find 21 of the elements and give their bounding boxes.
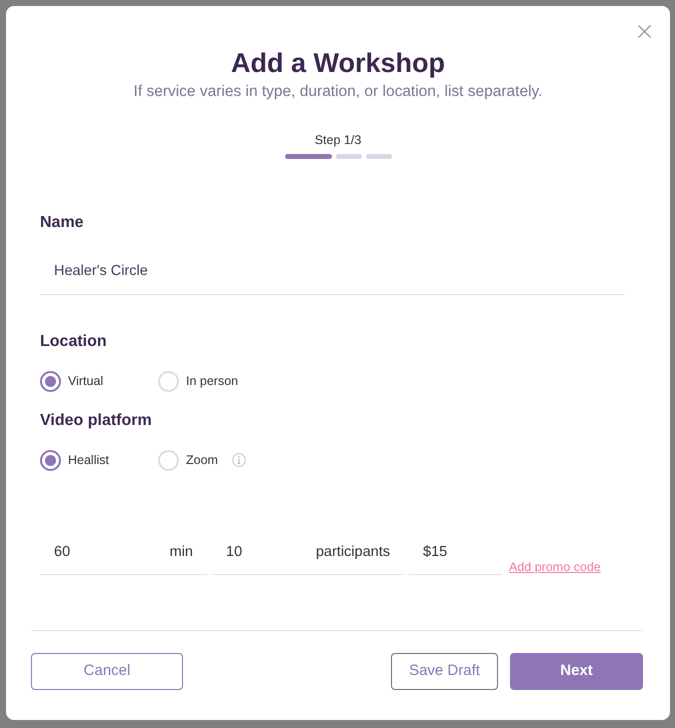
- name-field[interactable]: Healer's Circle: [40, 248, 625, 295]
- option-label[interactable]: In person: [186, 372, 238, 390]
- unit-label: min: [170, 543, 193, 561]
- save-draft-button[interactable]: Save Draft: [391, 653, 498, 690]
- option-label[interactable]: Heallist: [68, 450, 109, 470]
- field-label: Name: [40, 213, 85, 233]
- dialog-subtitle: If service varies in type, duration, or location, list separately.: [132, 82, 544, 102]
- option-label[interactable]: Virtual: [68, 372, 104, 390]
- info-icon[interactable]: [232, 453, 246, 467]
- cancel-button[interactable]: Cancel: [31, 653, 183, 690]
- step-counter: Step 1/3: [314, 132, 362, 148]
- section-label: Location: [40, 332, 108, 352]
- option-label[interactable]: Zoom: [186, 450, 218, 470]
- section-label: Video platform: [40, 411, 153, 431]
- next-button[interactable]: Next: [510, 653, 643, 690]
- dialog-title: Add a Workshop: [230, 47, 446, 80]
- radio-button[interactable]: [40, 370, 61, 392]
- close-icon[interactable]: [638, 25, 651, 38]
- radio-button[interactable]: [40, 450, 61, 470]
- price-field[interactable]: $15: [409, 529, 502, 575]
- unit-label: participants: [316, 543, 390, 561]
